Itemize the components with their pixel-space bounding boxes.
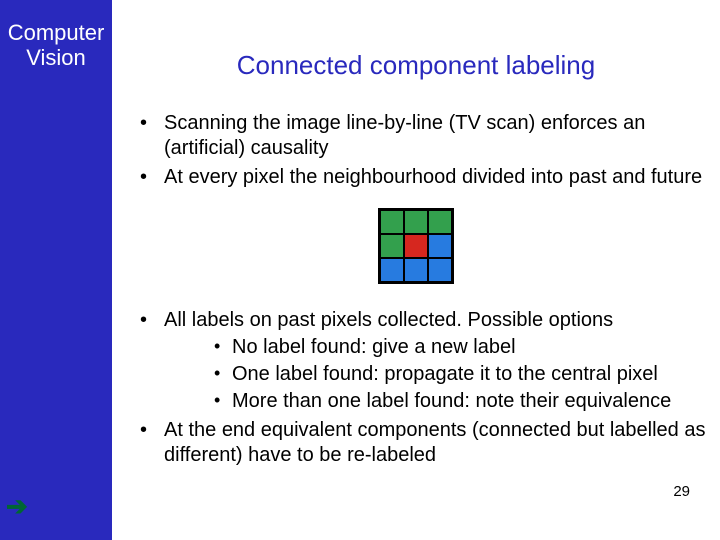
bullets-bottom: All labels on past pixels collected. Pos… [120, 308, 712, 468]
bullet-text: All labels on past pixels collected. Pos… [164, 309, 613, 331]
pixel-grid [378, 208, 454, 284]
pixel-cell [404, 258, 428, 282]
sidebar-title: Computer Vision [0, 20, 112, 71]
pixel-cell [428, 258, 452, 282]
bullet-item: All labels on past pixels collected. Pos… [120, 308, 712, 414]
arrow-icon: ➔ [6, 491, 28, 522]
page-number: 29 [673, 483, 690, 500]
pixel-cell [428, 234, 452, 258]
pixel-cell [380, 210, 404, 234]
pixel-cell [404, 234, 428, 258]
sub-bullet-item: No label found: give a new label [164, 335, 712, 360]
sub-bullet-item: One label found: propagate it to the cen… [164, 362, 712, 387]
bullet-item: At the end equivalent components (connec… [120, 418, 712, 468]
sub-bullets: No label found: give a new label One lab… [164, 335, 712, 414]
sidebar: Computer Vision ➔ [0, 0, 112, 540]
sub-bullet-item: More than one label found: note their eq… [164, 389, 712, 414]
slide: Computer Vision ➔ Connected component la… [0, 0, 720, 540]
bullet-item: Scanning the image line-by-line (TV scan… [120, 111, 712, 161]
sidebar-title-line2: Vision [26, 45, 86, 70]
pixel-cell [404, 210, 428, 234]
pixel-grid-wrap [120, 208, 712, 284]
pixel-cell [428, 210, 452, 234]
main-content: Connected component labeling Scanning th… [112, 0, 720, 540]
pixel-cell [380, 258, 404, 282]
sidebar-title-line1: Computer [8, 20, 105, 45]
bullet-item: At every pixel the neighbourhood divided… [120, 165, 712, 190]
pixel-cell [380, 234, 404, 258]
page-title: Connected component labeling [120, 50, 712, 81]
bullets-top: Scanning the image line-by-line (TV scan… [120, 111, 712, 190]
